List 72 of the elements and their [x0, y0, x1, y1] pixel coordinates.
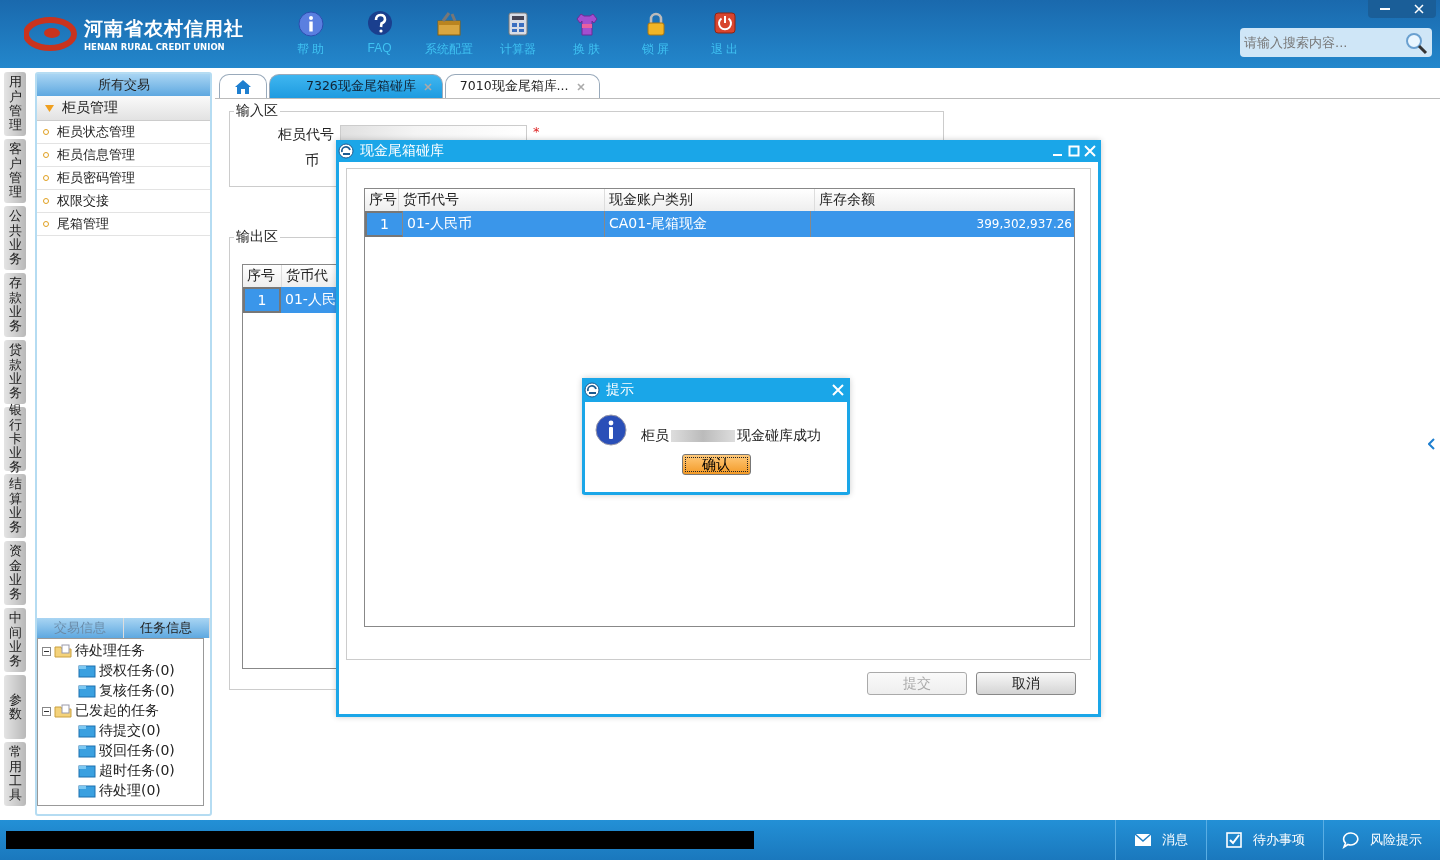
info-icon [296, 10, 325, 38]
expand-handle-icon[interactable] [1428, 438, 1436, 450]
question-icon [365, 10, 394, 38]
close-icon [1414, 4, 1424, 14]
minimize-icon [1380, 8, 1390, 10]
cancel-button[interactable]: 取消 [976, 672, 1076, 695]
home-tab[interactable] [219, 74, 267, 98]
close-icon[interactable] [576, 82, 585, 91]
status-button[interactable]: 风险提示 [1323, 820, 1440, 860]
required-mark: * [533, 124, 540, 139]
folder-icon [78, 764, 96, 778]
caret-icon [45, 104, 54, 112]
collapse-icon[interactable] [42, 706, 51, 716]
status-button[interactable]: 消息 [1115, 820, 1206, 860]
mail-icon [1134, 831, 1152, 849]
page-tab[interactable]: 7326现金尾箱碰库 [269, 74, 443, 98]
message-text: 现金碰库成功 [737, 427, 821, 445]
search-icon[interactable] [1404, 31, 1428, 55]
dialog-title: 现金尾箱碰库 [360, 142, 444, 160]
side-tab[interactable]: 结算业务 [4, 474, 26, 538]
maximize-icon[interactable] [1067, 144, 1081, 158]
side-tab[interactable]: 存款业务 [4, 273, 26, 337]
panel-title: 所有交易 [37, 74, 210, 96]
folder-icon [78, 724, 96, 738]
folder-icon [54, 704, 72, 718]
folder-icon [78, 784, 96, 798]
tree-item[interactable]: 驳回任务(0) [99, 742, 175, 760]
side-tab[interactable]: 常用工具 [4, 742, 26, 806]
column-header: 序号 [365, 189, 399, 211]
tree-item[interactable]: 待处理(0) [99, 782, 161, 800]
home-icon [234, 78, 252, 95]
status-button[interactable]: 待办事项 [1206, 820, 1323, 860]
logo-title: 河南省农村信用社 [84, 16, 244, 41]
folder-icon [78, 744, 96, 758]
collapse-icon[interactable] [42, 646, 51, 656]
field-label: 柜员代号 [277, 126, 334, 144]
side-tab[interactable]: 中间业务 [4, 608, 26, 672]
toolbox-icon [434, 10, 463, 38]
field-label: 币 [304, 152, 320, 170]
side-tab[interactable]: 公共业务 [4, 206, 26, 270]
side-tab[interactable]: 客户管理 [4, 139, 26, 203]
tree-item[interactable]: 已发起的任务 [75, 702, 159, 720]
folder-icon [54, 644, 72, 658]
search-field[interactable]: 请输入搜索内容... [1240, 28, 1432, 57]
side-tab[interactable]: 资金业务 [4, 541, 26, 605]
folder-icon [78, 664, 96, 678]
tree-item[interactable]: 待提交(0) [99, 722, 161, 740]
app-icon [338, 143, 354, 159]
page-tab[interactable]: 7010现金尾箱库... [444, 74, 600, 98]
side-tab[interactable]: 贷款业务 [4, 340, 26, 404]
tree-item[interactable]: 授权任务(0) [99, 662, 175, 680]
tree-item[interactable]: 超时任务(0) [99, 762, 175, 780]
message-text: 柜员 [641, 427, 669, 445]
side-tab[interactable]: 参数 [4, 675, 26, 739]
chat-icon [1342, 831, 1360, 849]
dialog-title: 提示 [606, 381, 634, 399]
app-icon [584, 382, 600, 398]
logo-icon [24, 16, 80, 52]
redacted-text [671, 430, 735, 442]
checkbox-icon [1225, 831, 1243, 849]
info-icon [595, 414, 627, 446]
group-header[interactable]: 柜员管理 [37, 96, 210, 121]
confirm-button[interactable]: 确认 [681, 454, 751, 475]
tree-item[interactable]: 待处理任务 [75, 642, 145, 660]
column-header: 货币代号 [399, 189, 605, 211]
tree-item[interactable]: 复核任务(0) [99, 682, 175, 700]
column-header: 现金账户类别 [605, 189, 815, 211]
side-tab[interactable]: 用户管理 [4, 72, 26, 136]
logo-subtitle: HENAN RURAL CREDIT UNION [84, 42, 226, 52]
column-header: 库存余额 [815, 189, 1074, 211]
column-header: 序号 [243, 265, 282, 287]
folder-icon [78, 684, 96, 698]
